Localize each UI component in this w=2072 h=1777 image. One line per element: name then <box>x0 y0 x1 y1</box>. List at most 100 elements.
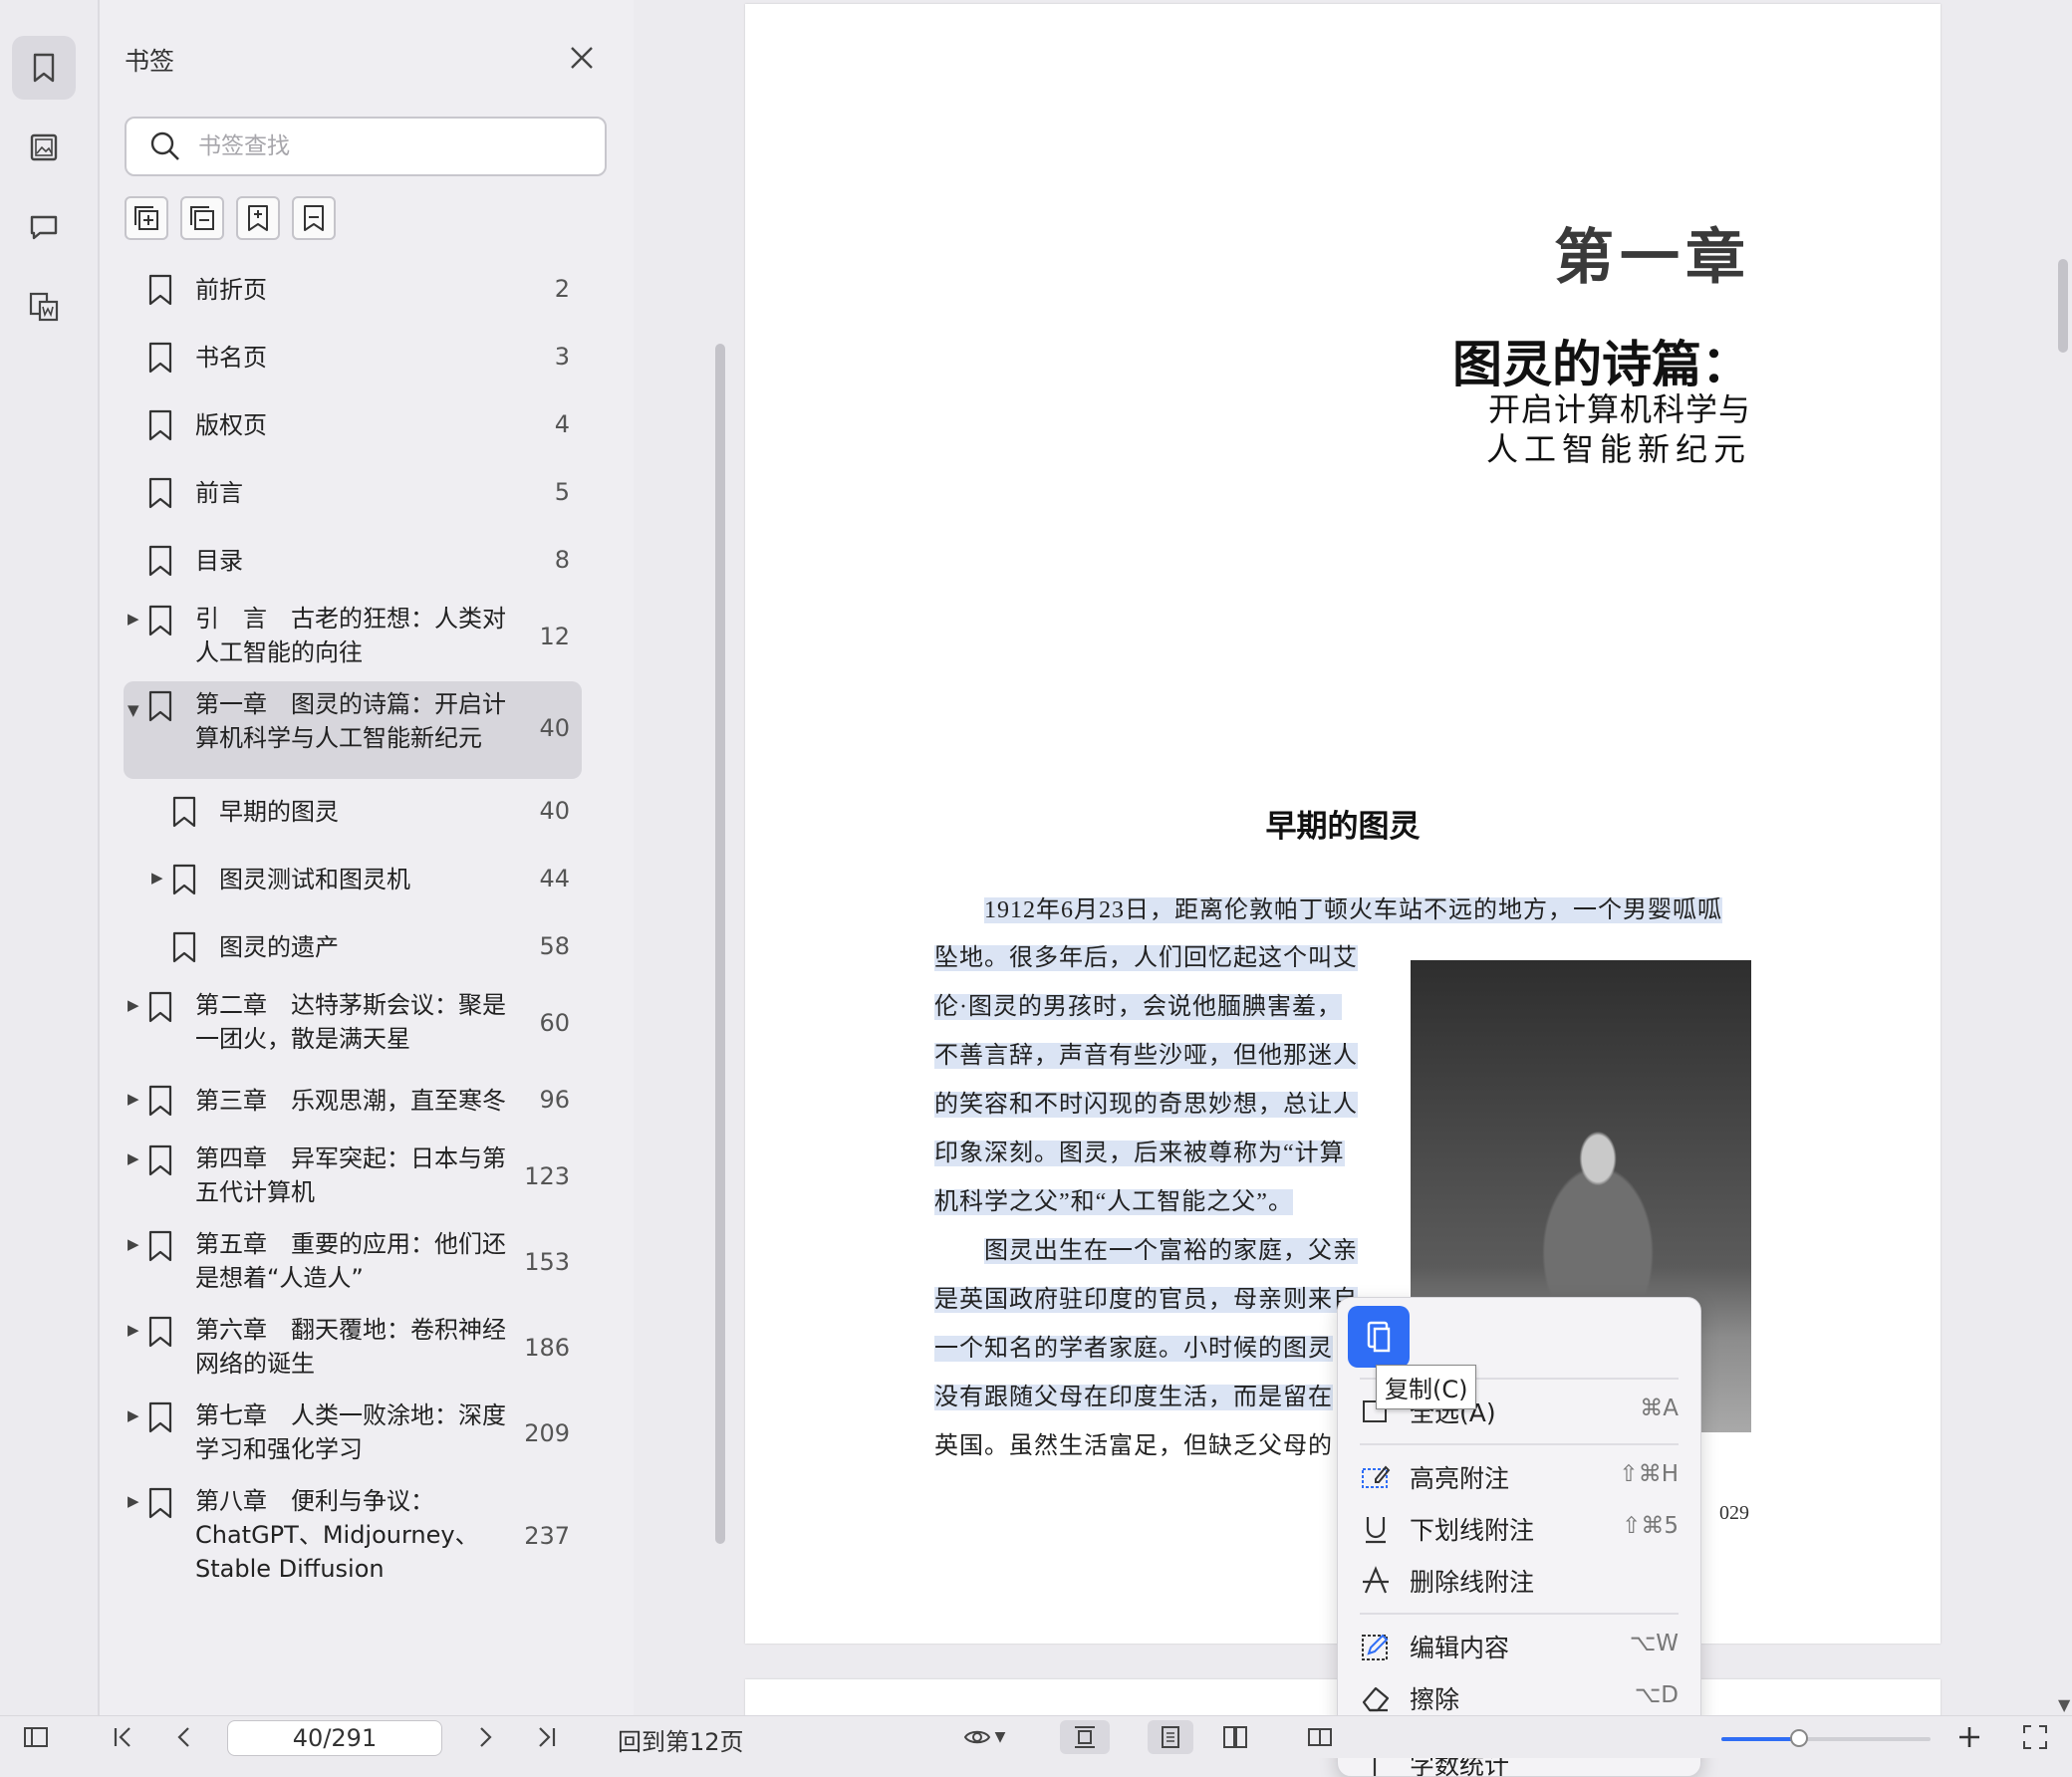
document-scrollbar[interactable] <box>2058 259 2068 353</box>
page-number-input[interactable] <box>227 1720 442 1756</box>
chevron-down-icon: ▼ <box>994 1729 1006 1745</box>
bookmark-item[interactable]: 目录 8 <box>124 528 582 596</box>
bookmark-flag-icon <box>304 205 324 231</box>
menu-item-strikethrough[interactable]: 删除线附注 <box>1360 1559 1679 1603</box>
last-page-button[interactable] <box>532 1724 562 1750</box>
text-line: 没有跟随父母在印度生活，而是留在 <box>934 1380 1333 1415</box>
bookmark-item[interactable]: 前言 5 <box>124 460 582 528</box>
chevron-right-icon[interactable]: ▶ <box>128 1321 139 1339</box>
bookmark-item[interactable]: ▶ 第四章 异军突起：日本与第五代计算机 123 <box>124 1136 582 1221</box>
body-text-line: 英国。虽然生活富足，但缺乏父母的 <box>934 1433 1333 1459</box>
bookmark-item[interactable]: ▶ 第二章 达特茅斯会议：聚是一团火，散是满天星 60 <box>124 982 582 1068</box>
bookmark-page-number: 186 <box>524 1334 570 1362</box>
body-text-line: 机科学之父”和“人工智能之父”。 <box>934 1189 1293 1215</box>
scroll-down-arrow-icon[interactable]: ▼ <box>2058 1695 2070 1714</box>
text-line: 伦·图灵的男孩时，会说他腼腆害羞， <box>934 989 1342 1025</box>
bookmark-item[interactable]: ▶ 图灵测试和图灵机 44 <box>124 847 582 914</box>
bookmark-label: 第六章 翻天覆地：卷积神经网络的诞生 <box>195 1316 506 1378</box>
bookmark-item[interactable]: ▼ 第一章 图灵的诗篇：开启计算机科学与人工智能新纪元 40 <box>124 681 582 779</box>
bookmark-item[interactable]: ▶ 第三章 乐观思潮，直至寒冬 96 <box>124 1068 582 1136</box>
bookmark-item[interactable]: 前折页 2 <box>124 257 582 325</box>
close-icon[interactable] <box>568 44 596 72</box>
zoom-slider-handle[interactable] <box>1789 1729 1808 1747</box>
bookmark-label: 第七章 人类一败涂地：深度学习和强化学习 <box>195 1401 506 1463</box>
bookmark-search[interactable] <box>125 117 607 176</box>
goto-page-link[interactable]: 回到第12页 <box>618 1722 744 1757</box>
book-mode-button[interactable] <box>1305 1724 1335 1750</box>
bookmark-item[interactable]: 早期的图灵 40 <box>124 779 582 847</box>
chevron-right-icon[interactable]: ▶ <box>128 1235 139 1253</box>
fullscreen-button[interactable] <box>2020 1724 2050 1750</box>
bookmark-label: 版权页 <box>195 411 267 439</box>
menu-item-erase[interactable]: 擦除 ⌥D <box>1360 1676 1679 1720</box>
zoom-slider[interactable] <box>1721 1729 1931 1747</box>
bookmark-item[interactable]: ▶ 第八章 便利与争议：ChatGPT、Midjourney、Stable Dif… <box>124 1478 582 1598</box>
search-input[interactable] <box>196 132 579 160</box>
chevron-right-icon[interactable]: ▶ <box>128 1406 139 1424</box>
bookmark-label: 图灵的遗产 <box>219 933 339 961</box>
bookmark-item[interactable]: ▶ 第六章 翻天覆地：卷积神经网络的诞生 186 <box>124 1307 582 1393</box>
bookmark-tools <box>125 196 336 240</box>
bookmark-page-number: 60 <box>539 1009 570 1037</box>
menu-item-highlight[interactable]: 高亮附注 ⇧⌘H <box>1360 1455 1679 1499</box>
chevron-right-icon[interactable]: ▶ <box>128 1492 139 1510</box>
view-mode-dropdown[interactable]: ▼ <box>954 1724 1014 1750</box>
bookmark-icon <box>172 931 196 963</box>
sidebar-rail <box>0 0 100 1715</box>
two-page-button[interactable] <box>1217 1724 1253 1750</box>
chevron-right-icon[interactable]: ▶ <box>128 610 139 628</box>
search-icon <box>150 131 179 160</box>
last-page-icon <box>539 1727 556 1747</box>
menu-item-underline[interactable]: 下划线附注 ⇧⌘5 <box>1360 1507 1679 1551</box>
comment-panel-button[interactable] <box>12 195 76 259</box>
chevron-down-icon[interactable]: ▼ <box>128 701 139 719</box>
zoom-in-button[interactable] <box>1954 1724 1984 1750</box>
thumbnail-panel-button[interactable] <box>12 116 76 179</box>
bookmark-label: 书名页 <box>195 344 267 372</box>
chevron-right-icon[interactable]: ▶ <box>128 1090 139 1108</box>
bookmark-page-number: 5 <box>554 478 570 506</box>
menu-item-edit[interactable]: 编辑内容 ⌥W <box>1360 1625 1679 1668</box>
bookmark-item[interactable]: ▶ 引 言 古老的狂想：人类对人工智能的向往 12 <box>124 596 582 681</box>
expand-all-button[interactable] <box>125 196 168 240</box>
next-page-button[interactable] <box>470 1724 500 1750</box>
bookmark-flag-button[interactable] <box>292 196 336 240</box>
bookmark-icon <box>148 690 172 722</box>
first-page-button[interactable] <box>108 1724 137 1750</box>
first-page-icon <box>114 1727 130 1747</box>
bookmark-label: 前言 <box>195 479 243 507</box>
bookmark-icon <box>148 342 172 374</box>
bookmark-panel-button[interactable] <box>12 36 76 100</box>
prev-page-button[interactable] <box>169 1724 199 1750</box>
bookmark-item[interactable]: ▶ 第七章 人类一败涂地：深度学习和强化学习 209 <box>124 1393 582 1478</box>
chevron-right-icon[interactable]: ▶ <box>128 996 139 1014</box>
bookmark-page-number: 58 <box>539 932 570 960</box>
bookmark-page-number: 8 <box>554 546 570 574</box>
toggle-sidebar-button[interactable] <box>20 1724 52 1750</box>
collapse-all-button[interactable] <box>180 196 224 240</box>
add-bookmark-button[interactable] <box>236 196 280 240</box>
expand-all-icon <box>134 206 158 230</box>
bookmark-icon <box>148 605 172 636</box>
bookmark-label: 第二章 达特茅斯会议：聚是一团火，散是满天星 <box>195 991 506 1053</box>
text-line: 英国。虽然生活富足，但缺乏父母的 <box>934 1428 1333 1464</box>
bookmark-page-number: 40 <box>539 714 570 742</box>
bookmark-page-number: 44 <box>539 865 570 892</box>
bookmark-item[interactable]: 图灵的遗产 58 <box>124 914 582 982</box>
fit-height-button[interactable] <box>1060 1720 1110 1754</box>
extract-panel-button[interactable] <box>12 275 76 339</box>
bookmark-icon <box>148 1085 172 1117</box>
bookmark-scrollbar[interactable] <box>715 344 725 1544</box>
bookmark-item[interactable]: 版权页 4 <box>124 392 582 460</box>
bookmark-icon <box>172 796 196 828</box>
single-page-button[interactable] <box>1148 1720 1193 1754</box>
two-page-icon <box>1223 1726 1247 1748</box>
chevron-right-icon[interactable]: ▶ <box>128 1149 139 1167</box>
eye-icon <box>963 1730 990 1744</box>
bookmark-item[interactable]: 书名页 3 <box>124 325 582 392</box>
bookmark-item[interactable]: ▶ 第五章 重要的应用：他们还是想着“人造人” 153 <box>124 1221 582 1307</box>
body-text-line: 的笑容和不时闪现的奇思妙想，总让人 <box>934 1092 1358 1118</box>
bookmark-page-number: 209 <box>524 1419 570 1447</box>
chevron-right-icon[interactable]: ▶ <box>151 869 163 887</box>
copy-button[interactable] <box>1348 1306 1410 1368</box>
